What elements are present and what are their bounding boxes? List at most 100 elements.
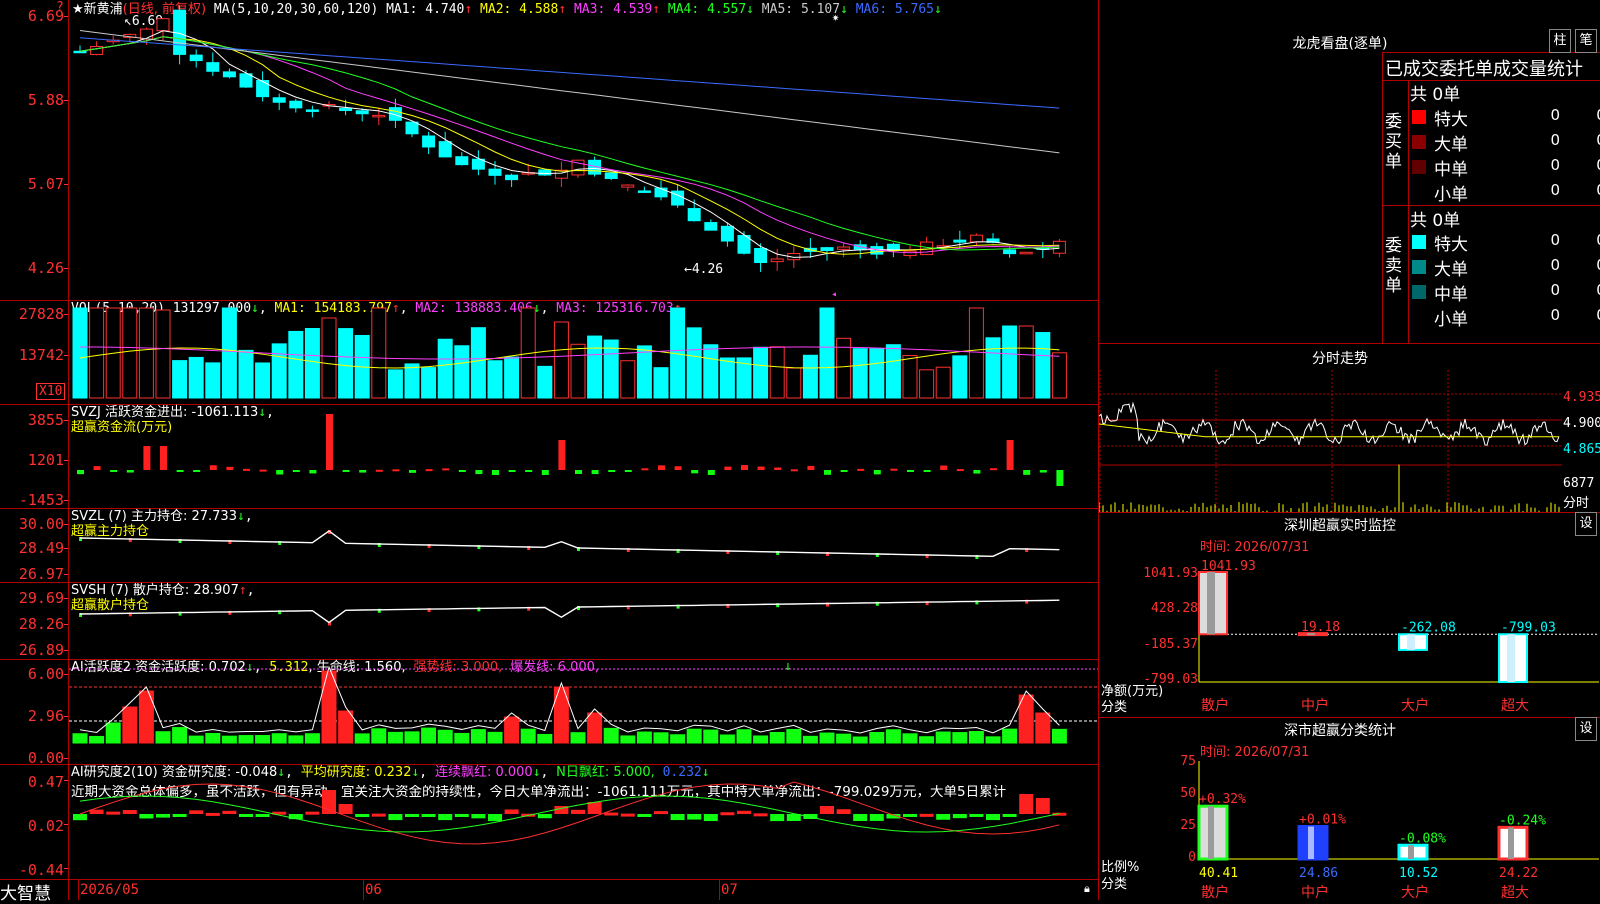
research-bar bbox=[405, 814, 419, 817]
flow-bar bbox=[475, 470, 483, 475]
volume-bar bbox=[852, 348, 868, 399]
flow-bar bbox=[741, 465, 748, 470]
flow-bar bbox=[375, 469, 383, 472]
flow-bar bbox=[857, 468, 865, 471]
realtime-monitor-chart[interactable]: 1041.93 散户 19.18 中户 -262.08 大户 -799.03 超大 bbox=[1099, 550, 1600, 717]
flow-bar bbox=[326, 414, 333, 470]
activity-bar bbox=[587, 712, 603, 744]
intraday-tick-2: 4.900 bbox=[1563, 416, 1600, 431]
stats-category-label: 大户 bbox=[1401, 884, 1429, 900]
candle-body bbox=[289, 100, 303, 109]
volume-bar bbox=[138, 307, 154, 399]
retail-position-chart[interactable] bbox=[0, 582, 1099, 659]
flow-bar bbox=[923, 470, 931, 473]
ai-research-chart[interactable] bbox=[0, 764, 1099, 879]
tick-mode-button[interactable]: 笔 bbox=[1575, 29, 1597, 53]
stats-value-label: 24.86 bbox=[1299, 866, 1338, 881]
monitor-category-label: 大户 bbox=[1401, 697, 1429, 714]
capital-flow-chart[interactable] bbox=[0, 404, 1099, 508]
activity-bar bbox=[238, 735, 254, 744]
activity-bar bbox=[570, 732, 586, 744]
intraday-title[interactable]: 分时走势 bbox=[1260, 348, 1420, 368]
order-stats-header: 已成交委托单成交量统计 bbox=[1385, 59, 1583, 80]
activity-bar bbox=[852, 736, 868, 744]
candle-body bbox=[953, 239, 967, 243]
volume-bar bbox=[653, 367, 669, 399]
buy-row: 小单 0 0% bbox=[1408, 179, 1600, 205]
activity-bar bbox=[935, 731, 951, 744]
volume-bar bbox=[620, 360, 636, 399]
stats-settings-button[interactable]: 设 bbox=[1575, 717, 1597, 741]
activity-bar bbox=[919, 736, 935, 744]
activity-bar bbox=[1035, 712, 1051, 744]
flow-bar bbox=[309, 470, 317, 474]
activity-bar bbox=[885, 729, 901, 744]
bar-mode-button[interactable]: 柱 bbox=[1549, 29, 1571, 53]
sell-side-label: 委卖单 bbox=[1385, 236, 1402, 296]
color-swatch bbox=[1412, 260, 1426, 274]
order-size-label: 中单 bbox=[1434, 160, 1468, 180]
activity-bar bbox=[271, 733, 287, 744]
candle-body bbox=[222, 71, 236, 78]
volume-bar bbox=[719, 357, 735, 399]
color-swatch bbox=[1412, 160, 1426, 174]
category-stats-chart[interactable]: +0.32% 40.41 散户 +0.01% 24.86 中户 -0.08% 10.52 大户 -… bbox=[1099, 755, 1600, 900]
research-bar bbox=[322, 790, 336, 814]
candle-body bbox=[355, 110, 369, 115]
flow-bar bbox=[990, 468, 997, 471]
monitor-bar-shade bbox=[1407, 634, 1415, 650]
monitor-bar bbox=[1498, 633, 1528, 683]
flow-bar bbox=[873, 470, 881, 475]
brand-logo[interactable]: 大智慧 bbox=[0, 879, 51, 904]
activity-bar bbox=[321, 670, 337, 744]
research-bar bbox=[753, 813, 768, 817]
monitor-category-label: 散户 bbox=[1201, 697, 1229, 714]
activity-bar bbox=[686, 728, 702, 744]
flow-bar bbox=[790, 469, 798, 472]
activity-bar bbox=[869, 731, 885, 744]
flow-bar bbox=[492, 470, 499, 475]
ma-line-2 bbox=[79, 36, 1060, 255]
research-bar bbox=[936, 814, 951, 820]
lock-icon[interactable]: 🔒︎ bbox=[1084, 882, 1090, 896]
flow-bar bbox=[541, 470, 549, 475]
order-size-label: 特大 bbox=[1434, 110, 1468, 130]
activity-bar bbox=[421, 727, 437, 744]
research-bar bbox=[720, 812, 735, 816]
buy-orders-list: 特大 0 0% 大单 0 0% 中单 0 0% 小单 0 0% bbox=[1408, 104, 1600, 205]
candlestick-chart[interactable] bbox=[0, 0, 1099, 300]
order-count: 0 bbox=[1550, 256, 1560, 274]
research-bar bbox=[504, 809, 519, 814]
research-bar bbox=[421, 814, 436, 817]
order-count: 0 bbox=[1550, 181, 1560, 199]
main-position-chart[interactable] bbox=[0, 508, 1099, 582]
activity-bar bbox=[603, 727, 619, 744]
candle-body bbox=[139, 28, 153, 40]
research-bar bbox=[355, 814, 370, 818]
volume-chart[interactable] bbox=[0, 300, 1099, 404]
flow-bar bbox=[558, 440, 566, 470]
buy-side-label: 委买单 bbox=[1385, 112, 1402, 172]
flow-bar bbox=[243, 468, 250, 471]
order-percent: 0% bbox=[1566, 231, 1600, 249]
date-label-1: 2026/05 bbox=[80, 882, 140, 898]
stats-bar-shade bbox=[1408, 845, 1414, 859]
activity-bar bbox=[288, 735, 304, 744]
ai-activity-chart[interactable] bbox=[0, 659, 1099, 764]
monitor-value-label: 1041.93 bbox=[1201, 559, 1256, 574]
monitor-title: 深圳超赢实时监控 bbox=[1284, 518, 1396, 534]
monitor-settings-button[interactable]: 设 bbox=[1575, 512, 1597, 536]
volume-bar bbox=[89, 307, 105, 399]
date-label-3: 07 bbox=[721, 882, 738, 898]
activity-bar bbox=[620, 735, 636, 744]
flow-bar bbox=[591, 470, 599, 475]
flow-bar bbox=[292, 470, 300, 472]
volume-bar bbox=[952, 355, 968, 399]
candle-body bbox=[637, 190, 651, 193]
activity-bar bbox=[470, 729, 486, 744]
order-size-label: 特大 bbox=[1434, 235, 1468, 255]
intraday-chart[interactable] bbox=[1099, 370, 1562, 512]
monitor-category-label: 中户 bbox=[1301, 697, 1329, 714]
candle-body bbox=[604, 172, 618, 179]
flow-bar bbox=[226, 466, 234, 470]
